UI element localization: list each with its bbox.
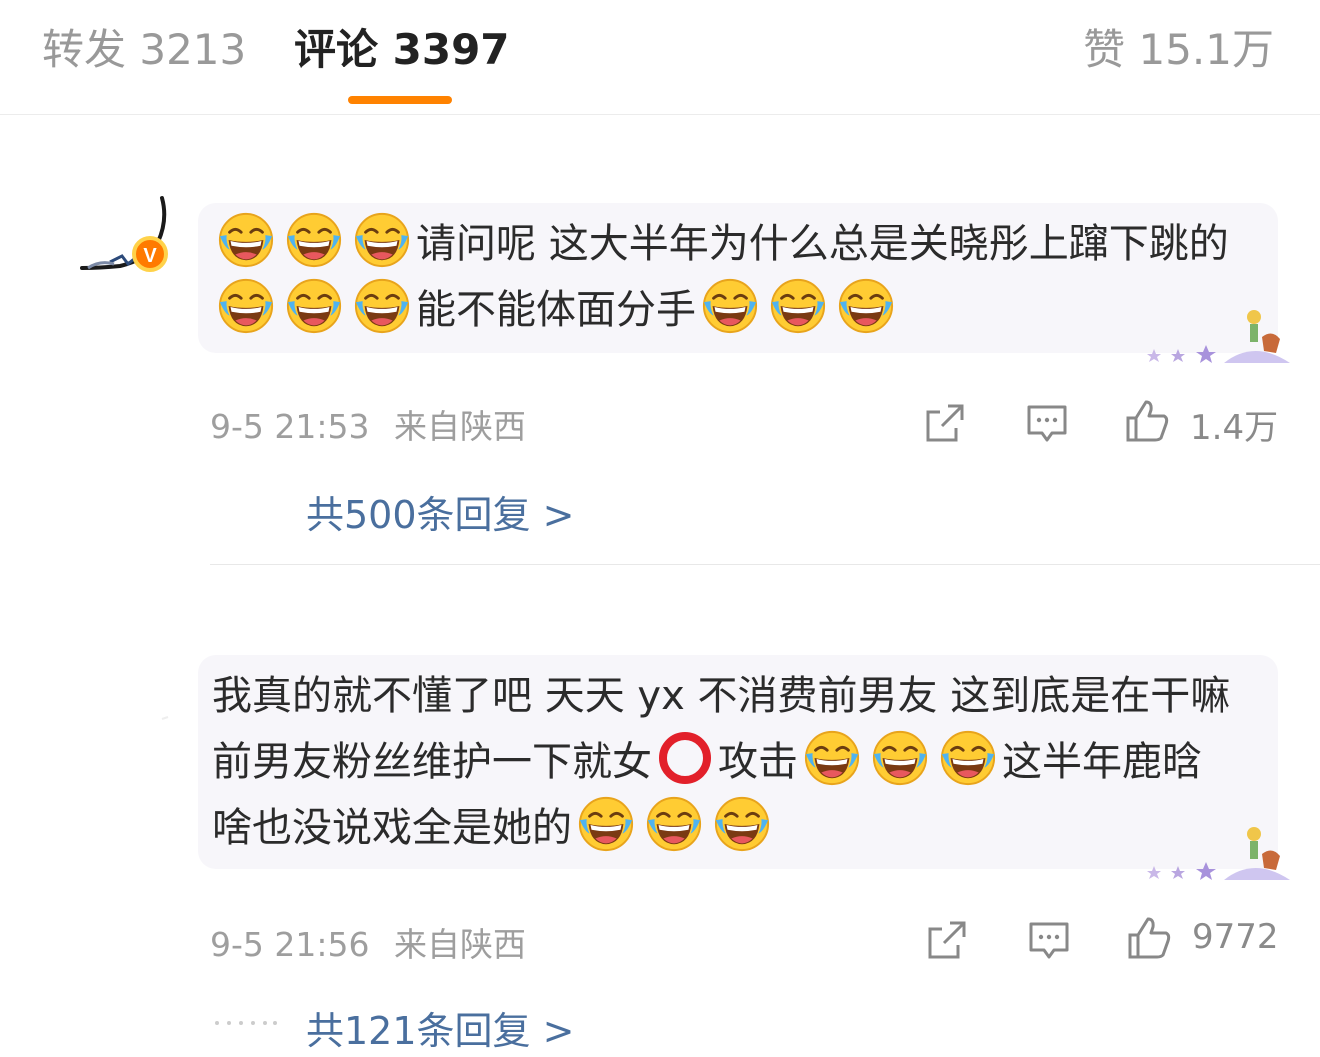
- laughing-tears-emoji-icon: [285, 277, 343, 335]
- laughing-tears-emoji-icon: [871, 729, 929, 787]
- comment-meta: 9-5 21:56 来自陕西: [210, 918, 526, 966]
- avatar[interactable]: V: [70, 190, 180, 300]
- reply-dots-icon: [215, 1021, 277, 1025]
- comment-text-part: 请问呢 这大半年为什么总是关晓彤上蹿下跳的: [416, 221, 1229, 267]
- comment-location: 来自陕西: [394, 407, 526, 446]
- tab-likes[interactable]: 赞 15.1万: [1083, 22, 1274, 78]
- comment-bubble[interactable]: 请问呢 这大半年为什么总是关晓彤上蹿下跳的 能不能体面分手: [198, 203, 1278, 353]
- avatar[interactable]: [150, 705, 180, 735]
- comment-bubble[interactable]: 我真的就不懂了吧 天天 yx 不消费前男友 这到底是在干嘛 前男友粉丝维护一下就…: [198, 655, 1278, 869]
- comment-text: 我真的就不懂了吧 天天 yx 不消费前男友 这到底是在干嘛 前男友粉丝维护一下就…: [212, 663, 1234, 861]
- comment-meta: 9-5 21:53 来自陕西: [210, 400, 526, 448]
- avatar-brush-icon: V: [80, 196, 168, 272]
- comment-icon[interactable]: [1026, 917, 1072, 963]
- thumbs-up-icon[interactable]: [1126, 915, 1172, 961]
- laughing-tears-emoji-icon: [217, 211, 275, 269]
- active-tab-indicator: [348, 96, 452, 104]
- bubble-decoration-icon: [1142, 305, 1292, 365]
- tab-bar: 转发 3213 评论 3397 赞 15.1万: [0, 0, 1320, 115]
- laughing-tears-emoji-icon: [803, 729, 861, 787]
- laughing-tears-emoji-icon: [577, 795, 635, 853]
- comment-text-part: 攻击: [718, 739, 798, 785]
- comment-icon[interactable]: [1024, 400, 1070, 446]
- svg-text:V: V: [143, 245, 157, 267]
- thumbs-up-icon[interactable]: [1124, 398, 1170, 444]
- laughing-tears-emoji-icon: [939, 729, 997, 787]
- comment-divider: [210, 564, 1320, 565]
- laughing-tears-emoji-icon: [217, 277, 275, 335]
- laughing-tears-emoji-icon: [713, 795, 771, 853]
- comment-location: 来自陕西: [394, 925, 526, 964]
- tab-comments[interactable]: 评论 3397: [294, 22, 510, 78]
- comment-time: 9-5 21:56: [210, 925, 370, 964]
- laughing-tears-emoji-icon: [837, 277, 895, 335]
- laughing-tears-emoji-icon: [353, 277, 411, 335]
- laughing-tears-emoji-icon: [701, 277, 759, 335]
- bubble-decoration-icon: [1142, 822, 1292, 882]
- view-replies-link[interactable]: 共500条回复 >: [306, 484, 574, 539]
- laughing-tears-emoji-icon: [285, 211, 343, 269]
- share-icon[interactable]: [924, 917, 970, 963]
- comment-text: 请问呢 这大半年为什么总是关晓彤上蹿下跳的 能不能体面分手: [212, 211, 1234, 343]
- laughing-tears-emoji-icon: [353, 211, 411, 269]
- comment-text-part: 能不能体面分手: [416, 287, 696, 333]
- heavy-circle-emoji-icon: [656, 729, 714, 787]
- like-count: 1.4万: [1190, 408, 1279, 448]
- comment-time: 9-5 21:53: [210, 407, 370, 446]
- like-count: 9772: [1192, 917, 1279, 957]
- share-icon[interactable]: [922, 400, 968, 446]
- tab-repost[interactable]: 转发 3213: [42, 22, 246, 78]
- laughing-tears-emoji-icon: [769, 277, 827, 335]
- laughing-tears-emoji-icon: [645, 795, 703, 853]
- view-replies-link[interactable]: 共121条回复 >: [306, 1000, 574, 1055]
